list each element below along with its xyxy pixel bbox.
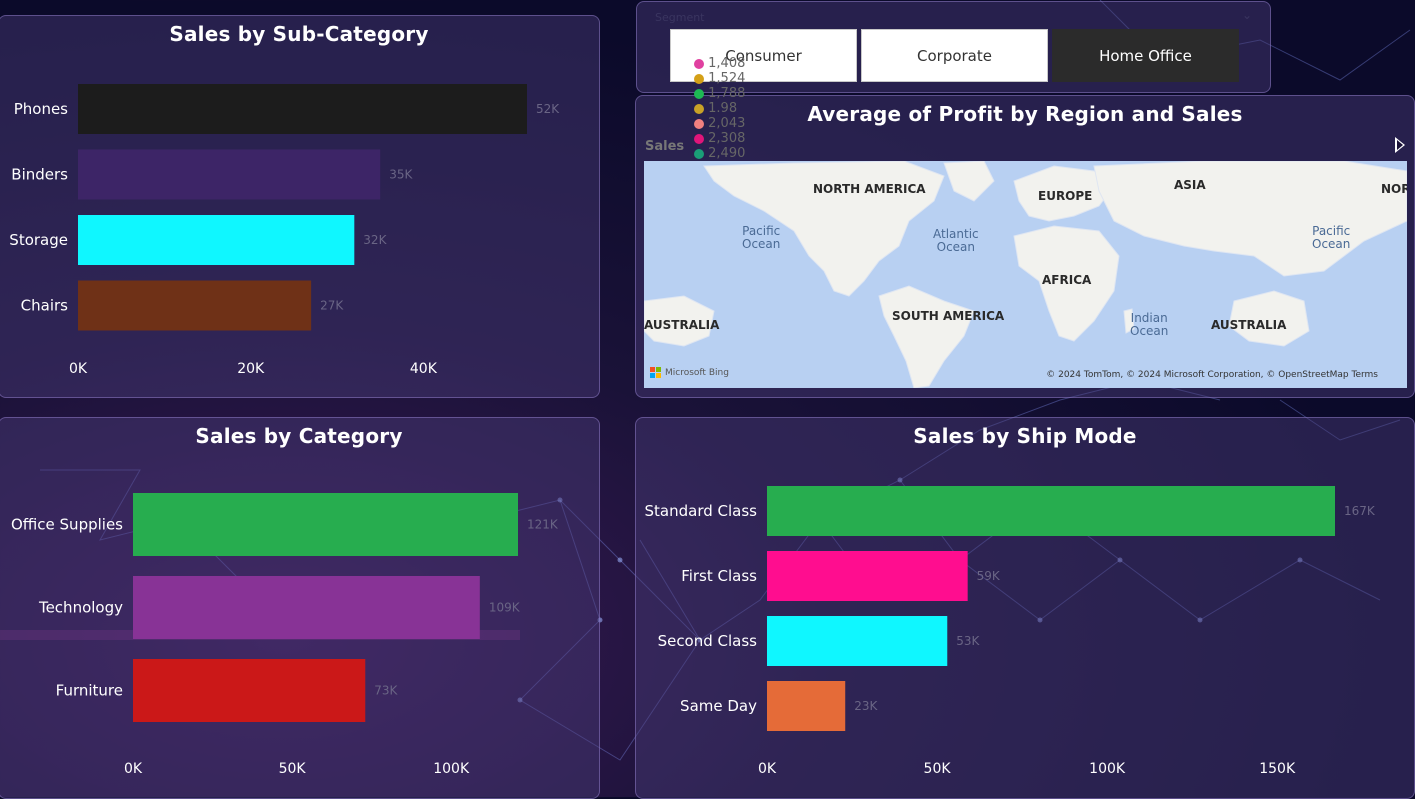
category-label: Technology [38, 599, 123, 617]
category-label: Standard Class [645, 502, 758, 520]
bar[interactable] [767, 551, 968, 601]
ocean-label: Pacific Ocean [1312, 224, 1351, 251]
data-label: 27K [320, 299, 344, 313]
ocean-label: Atlantic Ocean [933, 227, 979, 254]
data-label: 121K [527, 518, 559, 532]
continent-label: SOUTH AMERICA [892, 309, 1005, 323]
category-label: Same Day [680, 697, 757, 715]
bar[interactable] [767, 616, 948, 666]
legend-item[interactable]: 2,490 [694, 146, 745, 161]
tick-label: 50K [279, 761, 307, 777]
tick-label: 100K [1089, 761, 1126, 777]
microsoft-logo-icon [650, 367, 661, 378]
legend-label: 1,788 [708, 86, 746, 101]
data-label: 167K [1344, 504, 1376, 518]
bar[interactable] [133, 659, 366, 722]
world-map[interactable]: NORTH AMERICA EUROPE ASIA AFRICA SOUTH A… [644, 161, 1407, 388]
legend-item[interactable]: 2,043 [694, 116, 745, 131]
data-label: 59K [977, 569, 1001, 583]
continent-label: EUROPE [1038, 189, 1093, 203]
bar[interactable] [78, 280, 312, 331]
data-label: 73K [374, 684, 398, 698]
segment-option-corporate[interactable]: Corporate [861, 29, 1048, 82]
category-label: Phones [14, 100, 68, 118]
continent-label: AFRICA [1042, 273, 1092, 287]
land-masses [644, 161, 1407, 388]
continent-label: AUSTRALIA [644, 318, 720, 332]
tick-label: 100K [433, 761, 470, 777]
bar[interactable] [78, 215, 355, 265]
segment-option-home-office[interactable]: Home Office [1052, 29, 1239, 82]
legend-dot-icon [694, 73, 705, 84]
legend-item[interactable]: 1,524 [694, 71, 745, 86]
data-label: 32K [363, 233, 387, 247]
legend-label: 1.98 [708, 101, 738, 116]
legend-dot-icon [694, 133, 705, 144]
sales-by-ship-mode-chart[interactable]: Standard Class 167K First Class 59K Second C… [635, 417, 1415, 797]
slicer-title: Segment [655, 11, 705, 24]
category-label: Chairs [21, 297, 69, 315]
bar[interactable] [78, 84, 527, 134]
bar[interactable] [133, 493, 518, 556]
category-label: Storage [9, 231, 68, 249]
legend-dot-icon [694, 103, 705, 114]
continent-label: NORTH AMERICA [813, 182, 926, 196]
legend-label: 1,408 [708, 56, 746, 71]
continent-label: AUSTRALIA [1211, 318, 1287, 332]
legend-label: 2,490 [708, 146, 746, 161]
sales-by-category-chart[interactable]: Office Supplies 121K Technology 109K Furnitu… [0, 417, 600, 797]
map-legend: Sales 1,408 1,524 1,788 1.98 2,043 2,308 2,490… [645, 56, 754, 236]
legend-label: 1,524 [708, 71, 746, 86]
legend-dot-icon [694, 58, 705, 69]
map-copyright[interactable]: © 2024 TomTom, © 2024 Microsoft Corporat… [1046, 370, 1378, 380]
chevron-down-icon[interactable]: ⌄ [1242, 8, 1252, 22]
data-label: 52K [536, 102, 560, 116]
legend-dot-icon [694, 148, 705, 159]
data-label: 53K [956, 634, 980, 648]
bar[interactable] [767, 486, 1335, 536]
bar[interactable] [767, 681, 846, 731]
category-label: First Class [681, 567, 757, 585]
tick-label: 0K [758, 761, 777, 777]
legend-item[interactable]: 1,408 [694, 56, 745, 71]
ocean-label: Pacific Ocean [742, 224, 781, 251]
ocean-label: Indian Ocean [1130, 311, 1169, 338]
sales-by-subcategory-chart[interactable]: Phones 52K Binders 35K Storage 32K Chairs 27K 0K… [0, 15, 600, 398]
legend-next-icon[interactable] [1395, 137, 1405, 153]
legend-item[interactable]: 1.98 [694, 101, 745, 116]
bing-logo: Microsoft Bing [650, 367, 729, 378]
tick-label: 50K [924, 761, 952, 777]
data-label: 35K [389, 168, 413, 182]
legend-dot-icon [694, 118, 705, 129]
tick-label: 20K [237, 361, 265, 377]
continent-label: ASIA [1174, 178, 1206, 192]
legend-item[interactable]: 2,308 [694, 131, 745, 146]
tick-label: 40K [410, 361, 438, 377]
data-label: 109K [489, 601, 521, 615]
category-label: Furniture [56, 682, 123, 700]
data-label: 23K [854, 699, 878, 713]
category-label: Binders [11, 166, 68, 184]
category-label: Office Supplies [11, 516, 123, 534]
tick-label: 150K [1259, 761, 1296, 777]
category-label: Second Class [658, 632, 758, 650]
continent-label: NOR [1381, 182, 1407, 196]
bar[interactable] [78, 149, 381, 200]
tick-label: 0K [124, 761, 143, 777]
legend-item[interactable]: 1,788 [694, 86, 745, 101]
bing-label: Microsoft Bing [665, 367, 729, 378]
legend-label: 2,043 [708, 116, 746, 131]
bar[interactable] [133, 576, 480, 639]
legend-label: 2,308 [708, 131, 746, 146]
legend-dot-icon [694, 88, 705, 99]
legend-title: Sales [645, 138, 685, 154]
tick-label: 0K [69, 361, 88, 377]
